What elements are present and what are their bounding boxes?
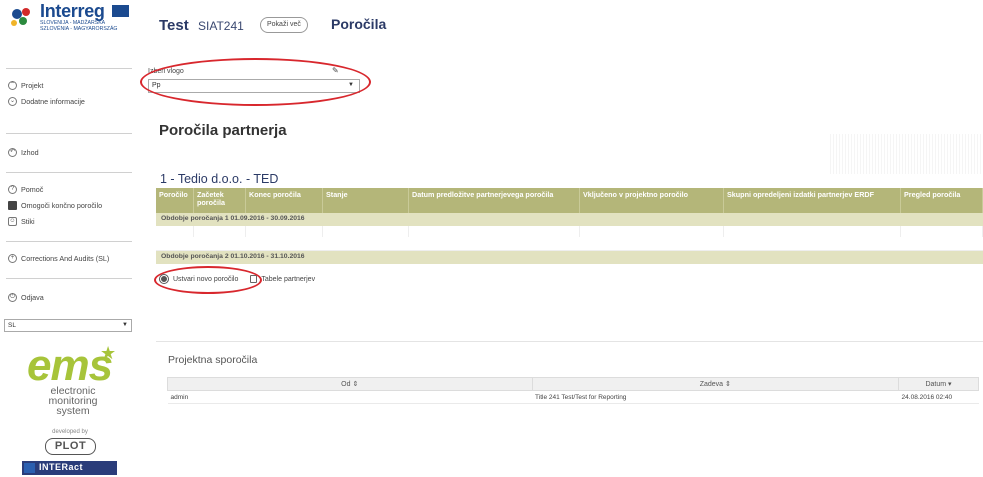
column-header-subject[interactable]: Zadeva ⇕ bbox=[531, 377, 900, 391]
plus-icon: + bbox=[8, 253, 17, 263]
show-more-button[interactable]: Pokaži več bbox=[260, 17, 308, 33]
messages-table: Od ⇕ Zadeva ⇕ Datum ▾ admin Title 241 Te… bbox=[167, 377, 979, 404]
table-row bbox=[156, 226, 983, 237]
table-header: Od ⇕ Zadeva ⇕ Datum ▾ bbox=[167, 377, 979, 391]
sidebar-item-label: Projekt bbox=[21, 80, 44, 90]
sidebar-item-label: Odjava bbox=[21, 292, 44, 302]
circle-down-icon: ⌄ bbox=[8, 96, 17, 106]
interreg-logo[interactable]: Interreg SLOVENIJA - MADŽARSKA SZLOVÉNIA… bbox=[8, 1, 130, 46]
sidebar-item-label: Stiki bbox=[21, 216, 35, 226]
column-header[interactable]: Skupni opredeljeni izdatki partnerjev ER… bbox=[724, 188, 901, 213]
exit-icon: ↶ bbox=[8, 147, 17, 157]
chevron-down-icon: ▼ bbox=[122, 322, 128, 328]
period-row: Obdobje poročanja 2 01.10.2016 - 31.10.2… bbox=[156, 251, 983, 264]
language-select[interactable]: SL ▼ bbox=[4, 319, 132, 332]
sidebar-divider bbox=[6, 68, 132, 69]
project-code: SIAT241 bbox=[198, 19, 244, 33]
sidebar-divider bbox=[6, 133, 132, 134]
column-header[interactable]: Konec poročila bbox=[246, 188, 323, 213]
message-subject: Title 241 Test/Test for Reporting bbox=[532, 390, 899, 404]
document-icon bbox=[250, 275, 258, 283]
message-date: 24.08.2016 02:40 bbox=[898, 390, 979, 404]
circle-up-icon: ⌃ bbox=[8, 80, 17, 90]
pencil-icon[interactable]: ✎ bbox=[332, 66, 339, 75]
divider bbox=[156, 341, 983, 342]
sidebar-item-label: Corrections And Audits (SL) bbox=[21, 253, 110, 263]
sidebar-item-projekt[interactable]: ⌃ Projekt bbox=[8, 78, 43, 92]
developed-by-label: developed by bbox=[52, 429, 88, 435]
report-actions: Ustvari novo poročilo Tabele partnerjev bbox=[160, 275, 327, 283]
message-from: admin bbox=[167, 390, 533, 404]
partner-title: 1 - Tedio d.o.o. - TED bbox=[160, 172, 279, 186]
sidebar-item-label: Pomoč bbox=[21, 184, 44, 194]
decorative-pattern bbox=[830, 134, 983, 174]
chevron-down-icon: ▼ bbox=[348, 82, 354, 88]
interreg-mark-icon bbox=[11, 8, 30, 26]
role-select[interactable]: Pp ▼ bbox=[148, 79, 360, 93]
table-header: Poročilo Začetek poročila Konec poročila… bbox=[156, 188, 983, 213]
column-header[interactable]: Poročilo bbox=[156, 188, 194, 213]
sidebar-item-label: Dodatne informacije bbox=[21, 96, 85, 106]
star-icon: ★ bbox=[100, 343, 117, 363]
messages-title: Projektna sporočila bbox=[168, 354, 258, 366]
column-header[interactable]: Stanje bbox=[323, 188, 409, 213]
interreg-subtitle: SLOVENIJA - MADŽARSKA SZLOVÉNIA - MAGYAR… bbox=[40, 20, 118, 32]
contacts-icon: ☺ bbox=[8, 216, 17, 226]
sidebar-divider bbox=[6, 241, 132, 242]
table-row[interactable]: admin Title 241 Test/Test for Reporting … bbox=[167, 390, 979, 404]
eu-flag-icon bbox=[24, 463, 35, 473]
logout-icon: ⏻ bbox=[8, 292, 17, 302]
sidebar-item-label: Izhod bbox=[21, 147, 39, 157]
column-header-date[interactable]: Datum ▾ bbox=[898, 377, 979, 391]
radio-icon bbox=[160, 275, 168, 283]
plot-logo: PLOT bbox=[45, 438, 96, 455]
ems-logo: ems ★ electronic monitoring system devel… bbox=[22, 343, 124, 475]
sidebar-item-izhod[interactable]: ↶ Izhod bbox=[8, 145, 39, 159]
sidebar-item-label: Omogoči končno poročilo bbox=[21, 200, 103, 210]
column-header[interactable]: Začetek poročila bbox=[194, 188, 246, 213]
reports-link[interactable]: Poročila bbox=[331, 16, 386, 32]
sidebar-item-stiki[interactable]: ☺ Stiki bbox=[8, 214, 35, 228]
interact-label: INTERact bbox=[39, 462, 84, 472]
sidebar-divider bbox=[6, 172, 132, 173]
interreg-name: Interreg bbox=[40, 1, 105, 21]
table-row bbox=[156, 237, 983, 251]
role-value: Pp bbox=[152, 82, 161, 89]
interact-logo: INTERact bbox=[22, 461, 117, 475]
sidebar-item-corrections-and-audits[interactable]: + Corrections And Audits (SL) bbox=[8, 251, 109, 265]
page-title: Poročila partnerja bbox=[159, 122, 287, 139]
create-report-button[interactable]: Ustvari novo poročilo bbox=[160, 275, 238, 283]
sidebar: Interreg SLOVENIJA - MADŽARSKA SZLOVÉNIA… bbox=[0, 0, 140, 477]
eu-flag-icon bbox=[112, 5, 129, 17]
help-icon: ? bbox=[8, 184, 17, 194]
partner-tables-button[interactable]: Tabele partnerjev bbox=[250, 275, 315, 283]
header: Test SIAT241 Pokaži več Poročila bbox=[140, 0, 983, 60]
sidebar-item-omogoci-koncno-porocilo[interactable]: Omogoči končno poročilo bbox=[8, 198, 102, 212]
create-report-label: Ustvari novo poročilo bbox=[173, 275, 239, 283]
square-icon bbox=[8, 200, 17, 210]
role-selector: Izberi vlogo ✎ Pp ▼ bbox=[148, 66, 362, 98]
partner-tables-label: Tabele partnerjev bbox=[261, 275, 316, 283]
sidebar-item-pomoc[interactable]: ? Pomoč bbox=[8, 182, 43, 196]
sidebar-item-odjava[interactable]: ⏻ Odjava bbox=[8, 290, 44, 304]
ems-subtitle: electronic monitoring system bbox=[48, 385, 98, 417]
column-header[interactable]: Pregled poročila bbox=[901, 188, 983, 213]
project-title: Test bbox=[159, 17, 189, 34]
column-header-from[interactable]: Od ⇕ bbox=[167, 377, 533, 391]
language-value: SL bbox=[8, 322, 16, 329]
sidebar-item-dodatne-informacije[interactable]: ⌄ Dodatne informacije bbox=[8, 94, 85, 108]
reports-table: Poročilo Začetek poročila Konec poročila… bbox=[156, 188, 983, 264]
sidebar-divider bbox=[6, 278, 132, 279]
column-header[interactable]: Vključeno v projektno poročilo bbox=[580, 188, 724, 213]
role-label: Izberi vlogo bbox=[148, 68, 184, 75]
column-header[interactable]: Datum predložitve partnerjevega poročila bbox=[409, 188, 580, 213]
period-row: Obdobje poročanja 1 01.09.2016 - 30.09.2… bbox=[156, 213, 983, 226]
